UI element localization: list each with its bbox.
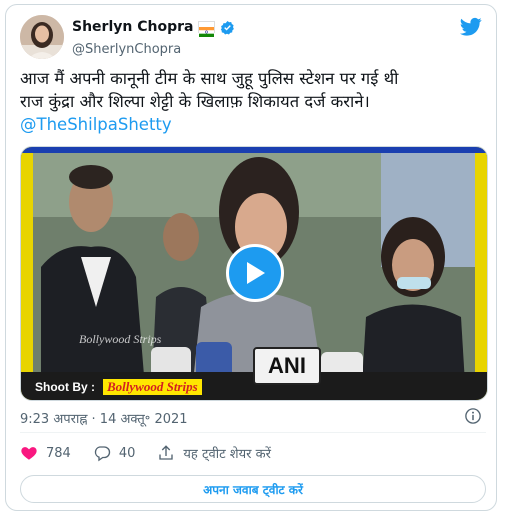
tweet-reply-button[interactable]: अपना जवाब ट्वीट करें	[20, 475, 486, 503]
video-player[interactable]: Bollywood Strips ANI Shoot By : Bollywoo…	[20, 146, 488, 401]
like-button[interactable]: 784	[20, 444, 71, 462]
tweet-timestamp[interactable]: 9:23 अपराह्न · 14 अक्तू॰ 2021	[20, 409, 188, 427]
mention-link[interactable]: @TheShilpaShetty	[20, 113, 486, 136]
tweet-card: Sherlyn Chopra @SherlynChopra आज मैं अपन…	[5, 4, 497, 511]
divider	[20, 432, 486, 433]
share-icon	[159, 445, 174, 460]
shoot-by-label: Shoot By :	[35, 380, 95, 394]
india-flag-icon	[198, 21, 216, 37]
play-icon[interactable]	[226, 244, 284, 302]
shoot-by-caption: Shoot By : Bollywood Strips	[35, 378, 202, 396]
info-icon[interactable]	[464, 407, 482, 425]
author-name-row[interactable]: Sherlyn Chopra	[72, 19, 235, 37]
author-handle[interactable]: @SherlynChopra	[72, 42, 181, 57]
author-display-name[interactable]: Sherlyn Chopra	[72, 19, 193, 35]
tweet-text: आज मैं अपनी कानूनी टीम के साथ जुहू पुलिस…	[20, 67, 486, 136]
tweet-text-line2: राज कुंद्रा और शिल्पा शेट्टी के खिलाफ़ श…	[20, 92, 370, 111]
comment-icon	[94, 446, 110, 462]
reply-action-button[interactable]: 40	[93, 444, 136, 462]
share-button[interactable]: यह ट्वीट शेयर करें	[157, 444, 271, 462]
twitter-bird-icon[interactable]	[460, 17, 482, 37]
video-watermark: Bollywood Strips	[79, 332, 162, 346]
action-bar: 784 40 यह ट्वीट शेयर करें	[20, 441, 293, 465]
profile-avatar[interactable]	[20, 15, 64, 59]
verified-badge-icon	[221, 20, 235, 34]
credit-label: Bollywood Strips	[103, 379, 202, 395]
heart-icon	[21, 447, 37, 460]
tweet-text-line1: आज मैं अपनी कानूनी टीम के साथ जुहू पुलिस…	[20, 69, 399, 88]
share-label: यह ट्वीट शेयर करें	[183, 447, 271, 462]
ani-mic-label: ANI	[253, 347, 321, 385]
like-count: 784	[46, 445, 71, 461]
reply-count: 40	[118, 445, 136, 461]
